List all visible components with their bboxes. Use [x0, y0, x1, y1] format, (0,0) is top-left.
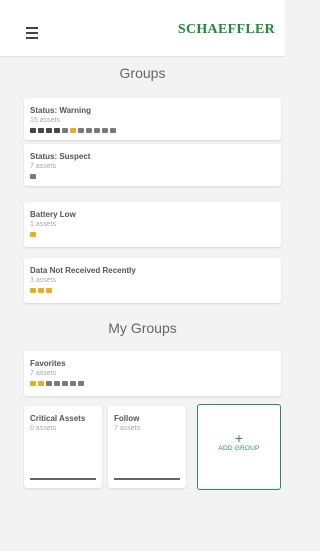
group-asset-count: 3 assets	[30, 277, 57, 284]
asset-status-icon	[78, 128, 84, 133]
asset-status-icon	[46, 288, 52, 293]
group-asset-count: 7 assets	[30, 370, 57, 377]
group-card-favorites[interactable]: Favorites 7 assets	[24, 351, 281, 396]
asset-icons	[30, 128, 273, 133]
add-group-label: ADD GROUP	[218, 445, 260, 452]
group-title: Critical Assets	[30, 414, 86, 423]
asset-status-icon	[54, 128, 60, 133]
group-asset-count: 0 assets	[30, 425, 57, 432]
group-card-status-warning[interactable]: Status: Warning 15 assets	[24, 98, 281, 140]
groups-section-title: Groups	[119, 65, 166, 81]
group-card-data-not-received[interactable]: Data Not Received Recently 3 assets	[24, 258, 281, 303]
asset-status-icon	[86, 128, 92, 133]
asset-status-icon	[78, 381, 84, 386]
group-title: Data Not Received Recently	[30, 266, 136, 275]
group-asset-count: 1 assets	[30, 221, 57, 228]
asset-status-icon	[38, 288, 44, 293]
add-group-button[interactable]: + ADD GROUP	[197, 404, 281, 490]
asset-status-icon	[38, 128, 44, 133]
asset-status-icon	[62, 128, 68, 133]
asset-status-icon	[102, 128, 108, 133]
group-asset-count: 7 assets	[114, 425, 141, 432]
asset-status-icon	[70, 381, 76, 386]
my-groups-section-title: My Groups	[108, 320, 177, 336]
group-card-battery-low[interactable]: Battery Low 1 assets	[24, 202, 281, 247]
card-divider	[30, 478, 96, 480]
asset-icons	[30, 232, 273, 237]
plus-icon: +	[234, 430, 244, 446]
asset-icons	[30, 288, 273, 293]
asset-status-icon	[30, 381, 36, 386]
asset-status-icon	[46, 381, 52, 386]
group-card-critical-assets[interactable]: Critical Assets 0 assets	[24, 406, 102, 488]
asset-status-icon	[30, 232, 36, 237]
brand-logo: SCHAEFFLER	[177, 22, 275, 37]
asset-status-icon	[110, 128, 116, 133]
group-title: Status: Warning	[30, 106, 92, 115]
asset-status-icon	[70, 128, 76, 133]
asset-status-icon	[94, 128, 100, 133]
group-title: Battery Low	[30, 210, 76, 219]
asset-status-icon	[62, 381, 68, 386]
asset-status-icon	[54, 381, 60, 386]
card-divider	[114, 478, 180, 480]
asset-status-icon	[46, 128, 52, 133]
asset-status-icon	[38, 381, 44, 386]
asset-status-icon	[30, 128, 36, 133]
top-app-bar: SCHAEFFLER	[0, 0, 285, 57]
asset-icons	[30, 174, 273, 179]
group-title: Status: Suspect	[30, 152, 91, 161]
asset-status-icon	[30, 174, 36, 179]
asset-status-icon	[30, 288, 36, 293]
group-card-follow[interactable]: Follow 7 assets	[108, 406, 186, 488]
group-asset-count: 7 assets	[30, 163, 57, 170]
group-asset-count: 15 assets	[30, 117, 60, 124]
group-title: Follow	[114, 414, 140, 423]
asset-icons	[30, 381, 273, 386]
menu-icon[interactable]	[26, 27, 38, 39]
group-card-status-suspect[interactable]: Status: Suspect 7 assets	[24, 144, 281, 186]
group-title: Favorites	[30, 359, 66, 368]
